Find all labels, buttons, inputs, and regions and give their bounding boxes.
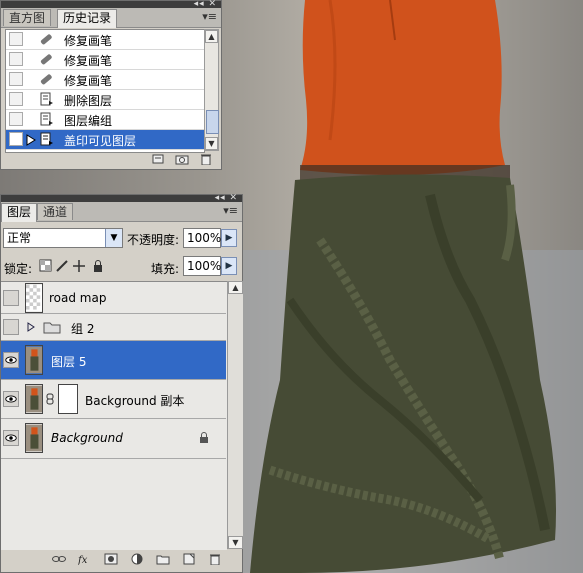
layer-name: road map bbox=[49, 291, 107, 305]
lock-transparency-icon[interactable] bbox=[39, 259, 52, 272]
history-source-checkbox[interactable] bbox=[9, 52, 23, 66]
new-group-icon[interactable] bbox=[156, 553, 170, 565]
history-list: 修复画笔 修复画笔 修复画笔 删除图层 图层编组 盖印可见图层 bbox=[5, 29, 205, 153]
opacity-input[interactable]: 100% bbox=[183, 228, 221, 248]
layer-name: 图层 5 bbox=[51, 355, 87, 369]
chevron-down-icon[interactable]: ▼ bbox=[105, 229, 122, 247]
layer-row[interactable]: road map bbox=[1, 282, 226, 314]
tab-history[interactable]: 历史记录 bbox=[57, 9, 118, 28]
chain-link-icon[interactable] bbox=[46, 393, 54, 405]
add-mask-icon[interactable] bbox=[104, 553, 118, 565]
panel-menu-icon[interactable]: ▾≡ bbox=[223, 204, 238, 217]
fill-label: 填充: bbox=[151, 262, 180, 276]
blend-mode-select[interactable]: 正常 ▼ bbox=[3, 228, 123, 248]
history-source-checkbox[interactable] bbox=[9, 32, 23, 46]
scroll-up-icon[interactable]: ▲ bbox=[228, 281, 243, 294]
svg-text:fx: fx bbox=[78, 555, 88, 565]
layer-name: Background bbox=[51, 431, 123, 445]
history-item[interactable]: 修复画笔 bbox=[6, 50, 204, 70]
layer-name: Background 副本 bbox=[85, 394, 185, 408]
history-scrollbar[interactable]: ▲ ▼ bbox=[204, 29, 219, 151]
layers-list: road map 组 2 图层 5 Background 副本 Backgrou… bbox=[1, 281, 227, 550]
bandage-icon bbox=[40, 54, 52, 65]
layer-thumbnail bbox=[25, 423, 43, 453]
link-icon[interactable] bbox=[52, 553, 66, 565]
history-state-icon bbox=[40, 92, 53, 106]
opacity-label: 不透明度: bbox=[127, 233, 180, 247]
panel-menu-icon[interactable]: ▾≡ bbox=[202, 10, 217, 23]
history-item-selected[interactable]: 盖印可见图层 bbox=[6, 130, 204, 150]
layer-group-row[interactable]: 组 2 bbox=[1, 314, 226, 341]
trash-icon[interactable] bbox=[199, 153, 213, 165]
folder-icon bbox=[43, 322, 61, 334]
expand-triangle-icon[interactable] bbox=[27, 322, 35, 332]
layers-panel: ◂◂ ✕ 图层 通道 ▾≡ 正常 ▼ 不透明度: 100% ▶ 锁定: 填充: … bbox=[0, 193, 243, 573]
layers-panel-titlebar[interactable]: ◂◂ ✕ bbox=[1, 193, 242, 203]
lock-all-icon[interactable] bbox=[94, 260, 102, 273]
scroll-thumb[interactable] bbox=[206, 110, 219, 134]
history-panel: ◂◂ ✕ 直方图 历史记录 ▾≡ 修复画笔 修复画笔 修复画笔 删除图层 图层编… bbox=[0, 0, 222, 170]
fill-slider-arrow-icon[interactable]: ▶ bbox=[221, 257, 237, 275]
layer-row[interactable]: Background 副本 bbox=[1, 380, 226, 419]
trash-icon[interactable] bbox=[208, 553, 222, 565]
lock-label: 锁定: bbox=[4, 262, 33, 276]
tab-layers[interactable]: 图层 bbox=[1, 203, 38, 222]
history-state-icon bbox=[40, 112, 53, 126]
layer-row-selected[interactable]: 图层 5 bbox=[1, 341, 226, 380]
history-item[interactable]: 修复画笔 bbox=[6, 70, 204, 90]
history-state-icon bbox=[40, 132, 53, 146]
scroll-down-icon[interactable]: ▼ bbox=[205, 137, 218, 150]
history-source-checkbox[interactable] bbox=[9, 132, 23, 146]
layer-visibility-toggle[interactable] bbox=[3, 319, 19, 335]
history-item-label: 修复画笔 bbox=[64, 54, 113, 68]
history-item[interactable]: 删除图层 bbox=[6, 90, 204, 110]
history-tabs: 直方图 历史记录 ▾≡ bbox=[1, 8, 221, 28]
history-panel-titlebar[interactable]: ◂◂ ✕ bbox=[1, 0, 221, 9]
eye-icon[interactable] bbox=[3, 430, 19, 446]
history-item-label: 图层编组 bbox=[64, 114, 113, 128]
eye-icon[interactable] bbox=[3, 391, 19, 407]
history-item-label: 修复画笔 bbox=[64, 74, 113, 88]
layer-thumbnail bbox=[25, 345, 43, 375]
history-source-checkbox[interactable] bbox=[9, 72, 23, 86]
scroll-up-icon[interactable]: ▲ bbox=[205, 30, 218, 43]
layers-tabs: 图层 通道 ▾≡ bbox=[1, 202, 242, 222]
history-item[interactable]: 修复画笔 bbox=[6, 30, 204, 50]
opacity-slider-arrow-icon[interactable]: ▶ bbox=[221, 229, 237, 247]
history-source-checkbox[interactable] bbox=[9, 92, 23, 106]
history-item[interactable]: 图层编组 bbox=[6, 110, 204, 130]
layers-footer: fx bbox=[52, 553, 222, 565]
new-document-from-state-icon[interactable] bbox=[151, 153, 165, 165]
tab-channels[interactable]: 通道 bbox=[37, 203, 74, 220]
lock-options bbox=[39, 259, 102, 273]
history-item-label: 修复画笔 bbox=[64, 34, 113, 48]
history-item-label: 删除图层 bbox=[64, 94, 113, 108]
scroll-down-icon[interactable]: ▼ bbox=[228, 536, 243, 549]
eye-icon[interactable] bbox=[3, 352, 19, 368]
lock-pixels-brush-icon[interactable] bbox=[56, 260, 68, 272]
fill-input[interactable]: 100% bbox=[183, 256, 221, 276]
tab-histogram[interactable]: 直方图 bbox=[3, 9, 52, 26]
lock-icon bbox=[200, 432, 208, 443]
layer-thumbnail bbox=[25, 283, 43, 313]
layer-thumbnail bbox=[25, 384, 43, 414]
history-source-checkbox[interactable] bbox=[9, 112, 23, 126]
adjustment-layer-icon[interactable] bbox=[130, 553, 144, 565]
bandage-icon bbox=[40, 34, 52, 45]
history-footer bbox=[151, 153, 213, 165]
layer-row[interactable]: Background bbox=[1, 419, 226, 459]
snapshot-camera-icon[interactable] bbox=[175, 153, 189, 165]
lock-position-move-icon[interactable] bbox=[73, 260, 85, 272]
history-current-state-icon bbox=[26, 134, 36, 146]
new-layer-icon[interactable] bbox=[182, 553, 196, 565]
layers-scrollbar[interactable]: ▲ ▼ bbox=[227, 281, 243, 549]
layer-mask-thumbnail[interactable] bbox=[58, 384, 78, 414]
blend-mode-value: 正常 bbox=[7, 231, 32, 245]
fx-icon[interactable]: fx bbox=[78, 553, 92, 565]
history-item-label: 盖印可见图层 bbox=[64, 134, 137, 148]
layer-visibility-toggle[interactable] bbox=[3, 290, 19, 306]
bandage-icon bbox=[40, 74, 52, 85]
layer-name: 组 2 bbox=[71, 322, 95, 336]
